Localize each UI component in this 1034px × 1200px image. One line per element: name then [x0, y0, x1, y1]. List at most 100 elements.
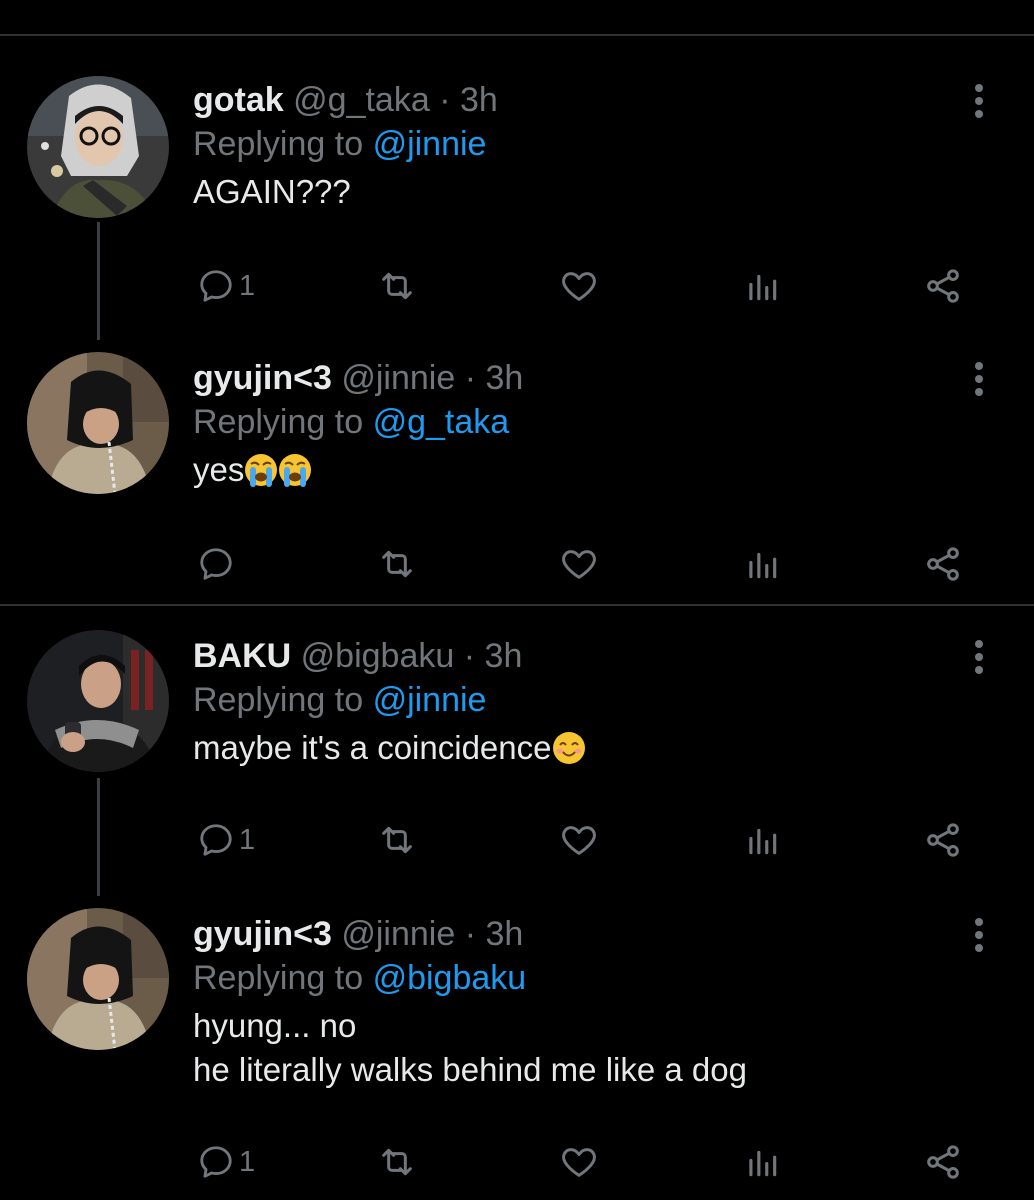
replying-to-label: Replying to — [193, 681, 364, 719]
tweet-text-line: yes — [193, 451, 245, 488]
avatar[interactable] — [27, 908, 169, 1050]
like-button[interactable] — [559, 264, 599, 308]
retweet-icon — [377, 1142, 417, 1182]
reply-button[interactable]: 1 — [197, 264, 255, 308]
retweet-button[interactable] — [377, 542, 417, 586]
thread-connector — [97, 222, 100, 340]
tweet-content: gyujin<3 @jinnie · 3h Replying to @g_tak… — [193, 358, 944, 492]
thread-connector — [97, 778, 100, 896]
mention-link[interactable]: @jinnie — [373, 125, 487, 163]
heart-icon — [559, 1142, 599, 1182]
retweet-icon — [377, 820, 417, 860]
tweet-text-line: AGAIN??? — [193, 173, 351, 210]
mention-link[interactable]: @jinnie — [373, 681, 487, 719]
timestamp[interactable]: 3h — [485, 637, 523, 675]
share-button[interactable] — [923, 264, 963, 308]
separator-dot: · — [463, 637, 476, 675]
loudly-crying-face-icon — [278, 453, 312, 487]
analytics-icon — [743, 1143, 781, 1181]
display-name[interactable]: BAKU — [193, 637, 291, 675]
share-button[interactable] — [923, 1140, 963, 1184]
analytics-icon — [743, 821, 781, 859]
separator-dot: · — [439, 81, 451, 119]
retweet-button[interactable] — [377, 818, 417, 862]
tweet-actions: 1 — [193, 264, 993, 308]
replying-to-label: Replying to — [193, 403, 364, 441]
heart-icon — [559, 820, 599, 860]
reply-icon — [197, 821, 235, 859]
replying-to: Replying to @g_taka — [193, 402, 944, 442]
more-options-button[interactable] — [972, 640, 986, 679]
reply-button[interactable]: 1 — [197, 818, 255, 862]
share-icon — [923, 544, 963, 584]
display-name[interactable]: gyujin<3 — [193, 359, 332, 397]
replying-to-label: Replying to — [193, 125, 364, 163]
tweet-header: gyujin<3 @jinnie · 3h — [193, 358, 944, 398]
more-options-button[interactable] — [972, 362, 986, 401]
share-icon — [923, 1142, 963, 1182]
replying-to: Replying to @jinnie — [193, 680, 944, 720]
tweet-text: yes — [193, 448, 944, 492]
retweet-button[interactable] — [377, 264, 417, 308]
mention-link[interactable]: @bigbaku — [373, 959, 527, 997]
tweet-header: gotak @g_taka · 3h — [193, 80, 944, 120]
tweet-content: BAKU @bigbaku · 3h Replying to @jinnie m… — [193, 636, 944, 770]
mention-link[interactable]: @g_taka — [373, 403, 510, 441]
tweet-text: hyung... no he literally walks behind me… — [193, 1004, 944, 1092]
username[interactable]: @g_taka — [293, 81, 430, 119]
tweet-text-line: maybe it's a coincidence — [193, 729, 552, 766]
more-options-button[interactable] — [972, 84, 986, 123]
analytics-icon — [743, 545, 781, 583]
retweet-button[interactable] — [377, 1140, 417, 1184]
replying-to-label: Replying to — [193, 959, 364, 997]
like-button[interactable] — [559, 818, 599, 862]
share-button[interactable] — [923, 542, 963, 586]
tweet-actions: 1 — [193, 1140, 993, 1184]
reply-button[interactable] — [197, 542, 239, 586]
tweet-text-line: he literally walks behind me like a dog — [193, 1051, 747, 1088]
separator-dot: · — [464, 915, 477, 953]
separator-dot: · — [464, 359, 477, 397]
tweet-text: AGAIN??? — [193, 170, 944, 214]
reply-count: 1 — [239, 269, 256, 302]
timestamp[interactable]: 3h — [460, 81, 498, 119]
more-vertical-icon — [972, 640, 986, 674]
username[interactable]: @bigbaku — [301, 637, 455, 675]
like-button[interactable] — [559, 542, 599, 586]
tweet-actions — [193, 542, 993, 586]
display-name[interactable]: gotak — [193, 81, 284, 119]
views-button[interactable] — [743, 818, 781, 862]
reply-count: 1 — [239, 1145, 256, 1178]
username[interactable]: @jinnie — [341, 359, 455, 397]
views-button[interactable] — [743, 1140, 781, 1184]
views-button[interactable] — [743, 264, 781, 308]
tweet-actions: 1 — [193, 818, 993, 862]
tweet-content: gotak @g_taka · 3h Replying to @jinnie A… — [193, 80, 944, 214]
retweet-icon — [377, 544, 417, 584]
timestamp[interactable]: 3h — [485, 359, 523, 397]
tweet-text-line: hyung... no — [193, 1007, 357, 1044]
display-name[interactable]: gyujin<3 — [193, 915, 332, 953]
reply-icon — [197, 545, 235, 583]
more-options-button[interactable] — [972, 918, 986, 957]
tweet-header: BAKU @bigbaku · 3h — [193, 636, 944, 676]
views-button[interactable] — [743, 542, 781, 586]
tweet-header: gyujin<3 @jinnie · 3h — [193, 914, 944, 954]
retweet-icon — [377, 266, 417, 306]
replying-to: Replying to @bigbaku — [193, 958, 944, 998]
more-vertical-icon — [972, 84, 986, 118]
like-button[interactable] — [559, 1140, 599, 1184]
heart-icon — [559, 266, 599, 306]
tweet-content: gyujin<3 @jinnie · 3h Replying to @bigba… — [193, 914, 944, 1092]
thread-divider — [0, 604, 1034, 606]
timestamp[interactable]: 3h — [485, 915, 523, 953]
avatar[interactable] — [27, 630, 169, 772]
share-button[interactable] — [923, 818, 963, 862]
reply-icon — [197, 1143, 235, 1181]
username[interactable]: @jinnie — [341, 915, 455, 953]
share-icon — [923, 266, 963, 306]
avatar[interactable] — [27, 76, 169, 218]
reply-button[interactable]: 1 — [197, 1140, 255, 1184]
heart-icon — [559, 544, 599, 584]
avatar[interactable] — [27, 352, 169, 494]
